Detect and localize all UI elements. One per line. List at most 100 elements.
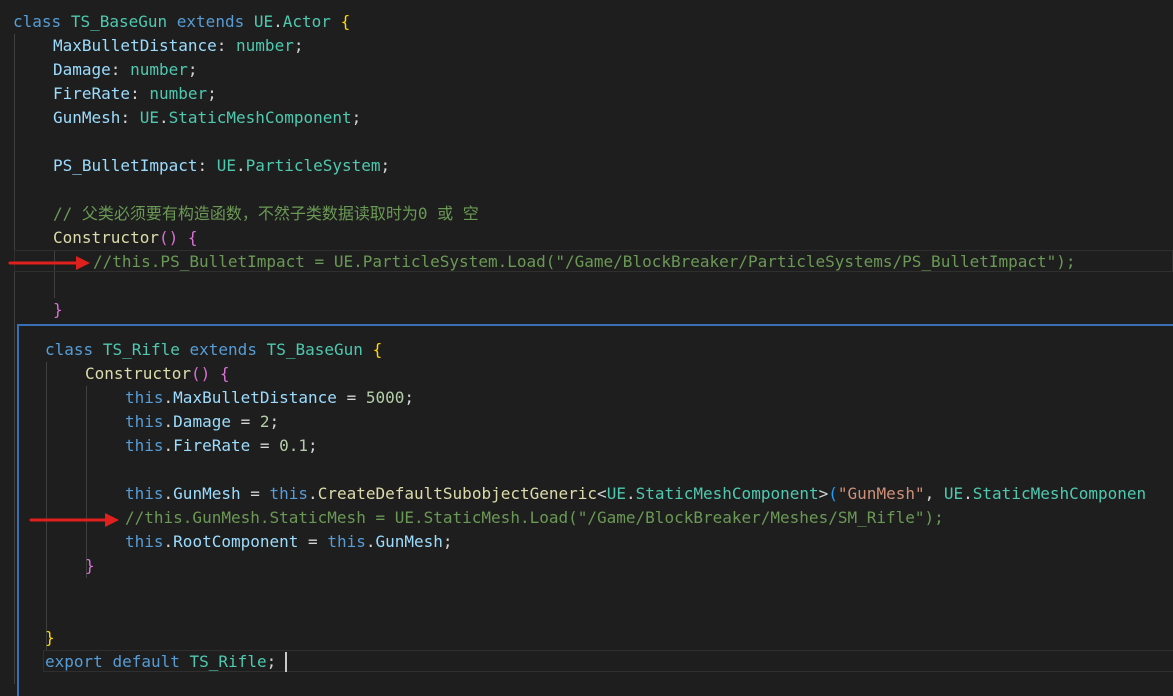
- bracket: }: [45, 628, 55, 647]
- bracket: {: [187, 228, 198, 247]
- keyword: this: [327, 532, 366, 551]
- code-line[interactable]: MaxBulletDistance: number;: [53, 34, 303, 58]
- property: FireRate: [173, 436, 251, 455]
- namespace: UE: [139, 108, 159, 127]
- type: number: [130, 60, 188, 79]
- punct: .: [625, 484, 636, 503]
- code-line[interactable]: GunMesh: UE.StaticMeshComponent;: [53, 106, 361, 130]
- punct: >: [818, 484, 829, 503]
- number: 5000: [365, 388, 405, 407]
- keyword: extends: [176, 12, 245, 31]
- punct: ;: [269, 412, 280, 431]
- bracket: (: [828, 484, 838, 503]
- property: FireRate: [53, 84, 131, 103]
- keyword: this: [125, 532, 164, 551]
- code-line[interactable]: Constructor() {: [85, 362, 230, 386]
- type: StaticMeshComponen: [972, 484, 1147, 503]
- punct: ;: [404, 388, 415, 407]
- string: "GunMesh": [837, 484, 925, 503]
- punct: ;: [308, 436, 318, 455]
- code-line[interactable]: }: [53, 298, 63, 322]
- base-class: Actor: [282, 12, 331, 31]
- code-line[interactable]: this.Damage = 2;: [125, 410, 279, 434]
- comment: // 父类必须要有构造函数，不然子类数据读取时为0 或 空: [53, 204, 479, 223]
- type: StaticMeshComponent: [168, 108, 352, 127]
- property: Damage: [173, 412, 231, 431]
- code-line[interactable]: }: [45, 626, 55, 650]
- punct: =: [240, 484, 270, 503]
- punct: .: [163, 436, 174, 455]
- code-line[interactable]: //this.PS_BulletImpact = UE.ParticleSyst…: [93, 250, 1076, 274]
- punct: ;: [351, 108, 362, 127]
- property: Damage: [53, 60, 111, 79]
- code-line[interactable]: FireRate: number;: [53, 82, 217, 106]
- punct: .: [236, 156, 246, 175]
- base-class: TS_BaseGun: [266, 340, 363, 359]
- keyword: class: [13, 12, 62, 31]
- keyword: this: [125, 436, 164, 455]
- inline-peek-panel[interactable]: class TS_Rifle extends TS_BaseGun { Cons…: [17, 324, 1173, 696]
- punct: ;: [380, 156, 391, 175]
- code-editor[interactable]: class TS_BaseGun extends UE.Actor { MaxB…: [0, 0, 1173, 696]
- punct: ;: [266, 652, 277, 671]
- function-name: Constructor: [53, 228, 159, 247]
- bracket: {: [372, 340, 383, 359]
- keyword: this: [125, 388, 164, 407]
- bracket: }: [85, 556, 95, 575]
- class-name: TS_Rifle: [189, 652, 267, 671]
- type: number: [149, 84, 208, 103]
- code-line[interactable]: class TS_Rifle extends TS_BaseGun {: [45, 338, 382, 362]
- code-line[interactable]: Damage: number;: [53, 58, 198, 82]
- punct: .: [963, 484, 973, 503]
- code-line[interactable]: this.RootComponent = this.GunMesh;: [125, 530, 453, 554]
- punct: ;: [442, 532, 453, 551]
- indent-guide: [46, 362, 47, 650]
- namespace: UE: [253, 12, 274, 31]
- code-line[interactable]: class TS_BaseGun extends UE.Actor {: [13, 10, 350, 34]
- punct: .: [163, 532, 174, 551]
- number: 0.1: [279, 436, 309, 455]
- indent-guide: [86, 386, 87, 578]
- punct: =: [336, 388, 366, 407]
- punct: <: [597, 484, 607, 503]
- code-line[interactable]: }: [85, 554, 95, 578]
- code-line[interactable]: this.GunMesh = this.CreateDefaultSubobje…: [125, 482, 1146, 506]
- punct: :: [120, 108, 140, 127]
- punct: .: [163, 412, 174, 431]
- code-line[interactable]: //this.GunMesh.StaticMesh = UE.StaticMes…: [125, 506, 944, 530]
- keyword: default: [112, 652, 180, 671]
- code-line[interactable]: this.MaxBulletDistance = 5000;: [125, 386, 414, 410]
- keyword: export: [45, 652, 103, 671]
- code-line[interactable]: Constructor() {: [53, 226, 198, 250]
- punct: ;: [207, 84, 217, 103]
- punct: .: [163, 388, 174, 407]
- text-cursor: [285, 652, 287, 672]
- code-line[interactable]: this.FireRate = 0.1;: [125, 434, 318, 458]
- number: 2: [259, 412, 270, 431]
- keyword: this: [269, 484, 309, 503]
- comment: //this.GunMesh.StaticMesh = UE.StaticMes…: [125, 508, 944, 527]
- code-line[interactable]: // 父类必须要有构造函数，不然子类数据读取时为0 或 空: [53, 202, 479, 226]
- namespace: UE: [606, 484, 626, 503]
- punct: =: [298, 532, 328, 551]
- bracket: {: [340, 12, 351, 31]
- namespace: UE: [216, 156, 237, 175]
- punct: ,: [924, 484, 944, 503]
- property: MaxBulletDistance: [173, 388, 337, 407]
- punct: [210, 364, 220, 383]
- code-line[interactable]: PS_BulletImpact: UE.ParticleSystem;: [53, 154, 390, 178]
- class-name: TS_BaseGun: [70, 12, 168, 31]
- punct: .: [163, 484, 174, 503]
- punct: .: [158, 108, 169, 127]
- keyword: this: [125, 412, 164, 431]
- property: RootComponent: [173, 532, 299, 551]
- comment: //this.PS_BulletImpact = UE.ParticleSyst…: [93, 252, 1076, 271]
- type: StaticMeshComponent: [635, 484, 819, 503]
- punct: :: [130, 84, 150, 103]
- punct: :: [197, 156, 217, 175]
- keyword: extends: [189, 340, 257, 359]
- code-line[interactable]: export default TS_Rifle;: [45, 650, 276, 674]
- punct: :: [110, 60, 131, 79]
- namespace: UE: [943, 484, 964, 503]
- punct: ;: [293, 36, 304, 55]
